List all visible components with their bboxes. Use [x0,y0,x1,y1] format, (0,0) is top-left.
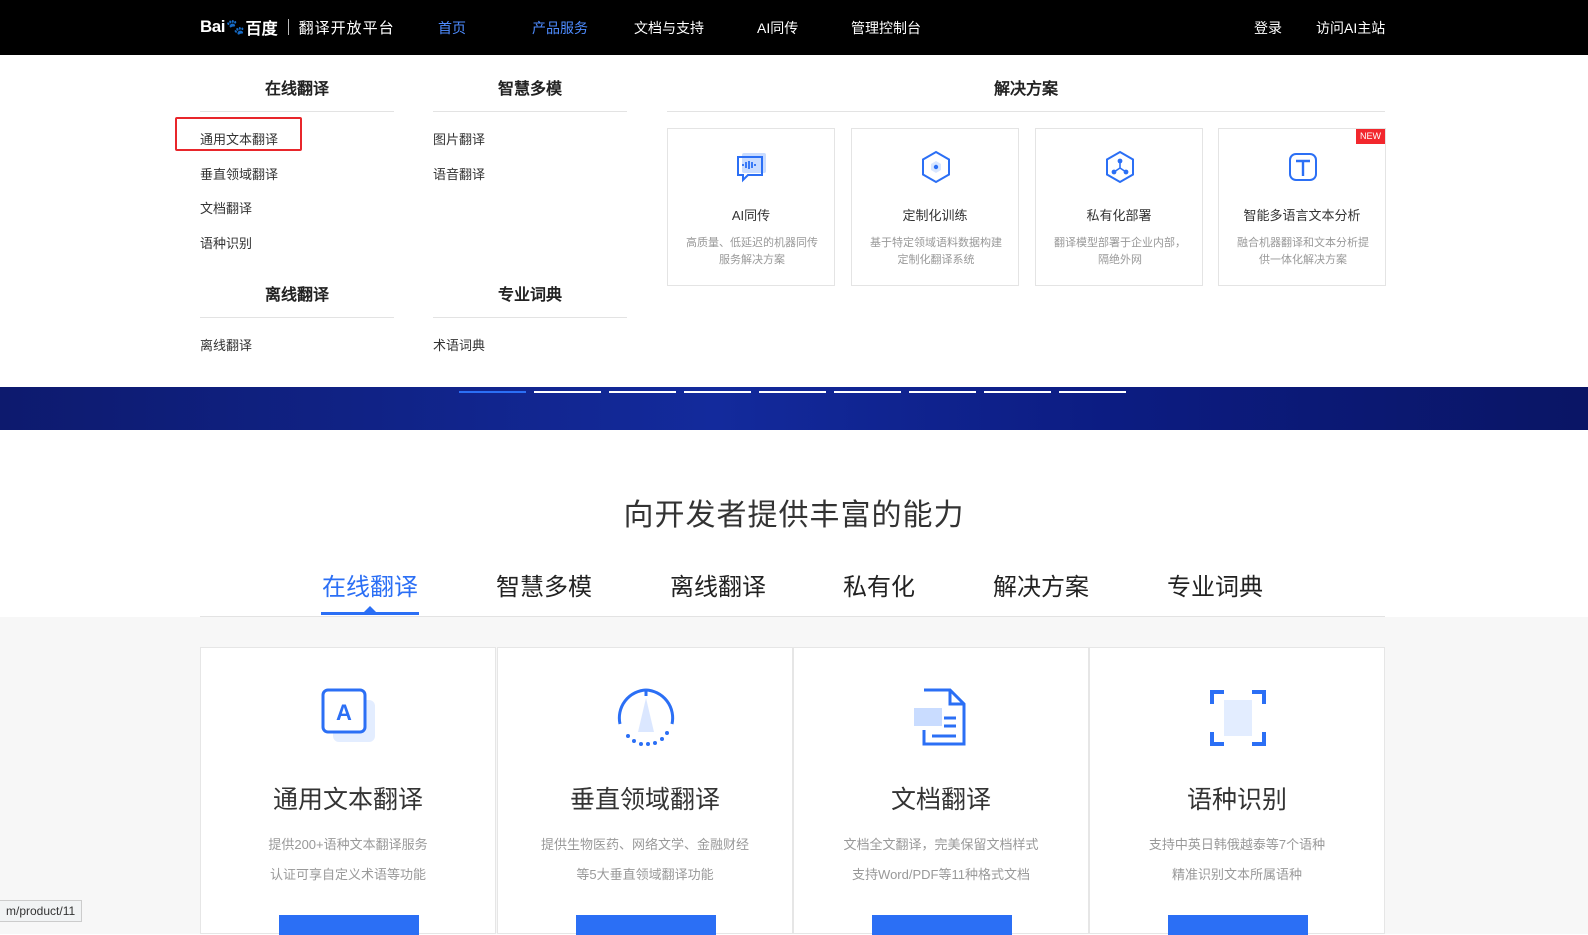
carousel-dot[interactable] [459,391,526,393]
nav-docs[interactable]: 文档与支持 [634,18,704,38]
divider [667,111,1385,112]
menu-link-term-dictionary[interactable]: 术语词典 [433,335,485,354]
carousel-dot[interactable] [759,391,826,393]
product-detail-button[interactable] [576,915,716,935]
divider [433,317,627,318]
solution-name: 私有化部署 [1086,208,1152,223]
new-badge: NEW [1356,129,1385,144]
tab-multimodal[interactable]: 智慧多模 [496,567,592,602]
carousel-dot[interactable] [834,391,901,393]
product-detail-button[interactable] [279,915,419,935]
hero-banner [0,387,1588,430]
login-link[interactable]: 登录 [1254,18,1282,38]
solution-card-private-deploy[interactable]: 私有化部署 翻译模型部署于企业内部，隔绝外网 [1035,128,1203,286]
nav-home[interactable]: 首页 [438,18,466,38]
solution-desc: 融合机器翻译和文本分析提供一体化解决方案 [1237,237,1369,266]
solution-desc: 高质量、低延迟的机器同传服务解决方案 [686,237,818,266]
menu-solutions-title: 解决方案 [993,81,1058,98]
top-nav: Bai 🐾 百度 翻译开放平台 首页 产品服务 文档与支持 AI同传 管理控制台… [0,0,1588,55]
visit-ai-link[interactable]: 访问AI主站 [1316,18,1385,38]
product-name: 文档翻译 [890,786,991,814]
text-t-icon [1289,153,1317,181]
svg-text:A: A [336,700,352,725]
divider [200,317,394,318]
platform-title: 翻译开放平台 [298,19,395,37]
solution-card-text-analysis[interactable]: NEW 智能多语言文本分析 融合机器翻译和文本分析提供一体化解决方案 [1218,128,1386,286]
product-desc: 支持中英日韩俄越泰等7个语种 [1148,837,1326,852]
speech-bubble-icon [737,153,766,183]
product-detail-button[interactable] [1168,915,1308,935]
product-detail-button[interactable] [872,915,1012,935]
nav-ai-interpret[interactable]: AI同传 [757,18,798,38]
menu-offline-title: 离线翻译 [264,287,329,304]
menu-dictionary-title: 专业词典 [497,287,562,304]
paw-icon: 🐾 [225,19,245,36]
deploy-network-icon [1106,150,1134,184]
product-name: 通用文本翻译 [272,786,423,814]
logo-du-text: 百度 [245,21,278,38]
menu-link-offline[interactable]: 离线翻译 [200,335,252,354]
divider [433,111,627,112]
nav-products[interactable]: 产品服务 [532,18,588,38]
menu-link-document[interactable]: 文档翻译 [200,198,252,217]
menu-link-image[interactable]: 图片翻译 [433,129,485,148]
product-desc: 支持Word/PDF等11种格式文档 [852,867,1030,882]
product-card-language-detect[interactable]: 语种识别 支持中英日韩俄越泰等7个语种 精准识别文本所属语种 [1089,647,1385,935]
text-a-icon: A [321,688,375,742]
product-desc: 精准识别文本所属语种 [1171,867,1302,882]
solution-desc: 翻译模型部署于企业内部，隔绝外网 [1054,237,1186,266]
carousel-dot[interactable] [1059,391,1126,393]
tab-solutions[interactable]: 解决方案 [993,567,1089,602]
baidu-logo[interactable]: Bai 🐾 百度 翻译开放平台 [200,12,395,42]
product-desc: 认证可享自定义术语等功能 [269,867,426,882]
product-name: 语种识别 [1186,786,1287,814]
carousel-dot[interactable] [909,391,976,393]
product-name: 垂直领域翻译 [569,786,720,814]
tab-dictionary[interactable]: 专业词典 [1167,567,1263,602]
tab-offline[interactable]: 离线翻译 [670,567,766,602]
logo-bai-text: Bai [200,17,225,36]
solution-card-ai-interpret[interactable]: AI同传 高质量、低延迟的机器同传服务解决方案 [667,128,835,286]
carousel-dot[interactable] [684,391,751,393]
hexagon-icon [922,150,950,184]
logo-divider [287,19,289,35]
product-card-general-text[interactable]: A 通用文本翻译 提供200+语种文本翻译服务 认证可享自定义术语等功能 [200,647,496,935]
product-desc: 提供200+语种文本翻译服务 [268,837,428,852]
solution-name: 定制化训练 [902,208,968,223]
tab-online[interactable]: 在线翻译 [322,567,418,602]
carousel-dot[interactable] [534,391,601,393]
menu-online-title: 在线翻译 [264,81,329,98]
tab-active-underline [321,612,419,615]
solution-name: AI同传 [731,208,771,223]
tab-private[interactable]: 私有化 [843,567,915,602]
nav-console[interactable]: 管理控制台 [851,18,921,38]
menu-link-vertical-domain[interactable]: 垂直领域翻译 [200,164,278,183]
product-card-document[interactable]: 文档翻译 文档全文翻译，完美保留文档样式 支持Word/PDF等11种格式文档 [793,647,1089,935]
solution-card-custom-training[interactable]: 定制化训练 基于特定领域语料数据构建定制化翻译系统 [851,128,1019,286]
menu-multimodal-title: 智慧多模 [497,81,562,98]
domain-compass-icon [617,688,675,746]
status-bar-url: m/product/11 [0,900,83,922]
highlight-box [175,117,302,151]
section-title: 向开发者提供丰富的能力 [623,499,965,532]
scan-frame-icon [1210,690,1266,746]
carousel-dot[interactable] [609,391,676,393]
solution-desc: 基于特定领域语料数据构建定制化翻译系统 [870,237,1002,266]
menu-link-language-detect[interactable]: 语种识别 [200,233,252,252]
product-desc: 提供生物医药、网络文学、金融财经 [540,837,749,852]
document-icon [914,688,966,746]
product-card-vertical-domain[interactable]: 垂直领域翻译 提供生物医药、网络文学、金融财经 等5大垂直领域翻译功能 [497,647,793,935]
menu-link-speech[interactable]: 语音翻译 [433,164,485,183]
products-dropdown: 在线翻译 通用文本翻译 垂直领域翻译 文档翻译 语种识别 智慧多模 图片翻译 语… [0,55,1588,387]
divider [200,111,394,112]
product-desc: 文档全文翻译，完美保留文档样式 [843,837,1039,852]
solution-name: 智能多语言文本分析 [1243,208,1361,223]
carousel-dot[interactable] [984,391,1051,393]
product-desc: 等5大垂直领域翻译功能 [576,867,714,882]
